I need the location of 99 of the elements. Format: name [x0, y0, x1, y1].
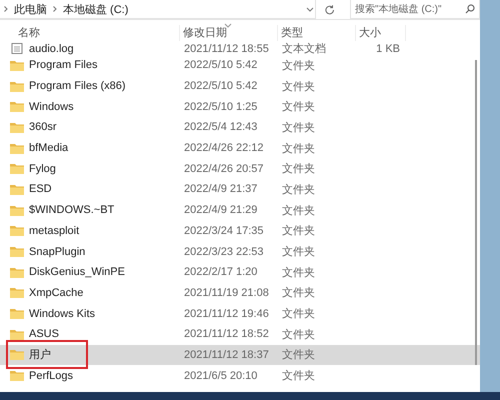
- folder-icon: [10, 80, 24, 92]
- folder-icon: [10, 101, 24, 112]
- file-row[interactable]: Program Files 2022/5/10 5:42 文件夹: [0, 55, 480, 76]
- folder-icon: [10, 60, 24, 71]
- breadcrumb-item[interactable]: 本地磁盘 (C:): [63, 2, 128, 16]
- file-row[interactable]: $WINDOWS.~BT 2022/4/9 21:29 文件夹: [0, 200, 480, 220]
- type-cell-text: 文件夹: [281, 328, 316, 342]
- file-row[interactable]: 用户 2021/11/12 18:37 文件夹: [0, 344, 480, 366]
- type-cell-text: 文件夹: [281, 266, 316, 280]
- file-row[interactable]: 360sr 2022/5/4 12:43 文件夹: [0, 117, 480, 138]
- date-cell-text: 2022/3/23 22:53: [183, 246, 265, 258]
- file-name: Fylog: [29, 162, 56, 175]
- chevron-icon: [4, 6, 8, 12]
- folder-icon: [10, 184, 24, 195]
- folder-icon: [10, 308, 24, 320]
- date-cell-text: 2021/11/19 21:08: [183, 286, 270, 299]
- date-cell-text: 2021/11/12 18:55: [183, 42, 270, 54]
- folder-icon: [10, 328, 24, 340]
- file-name: Windows Kits: [29, 308, 96, 320]
- file-name: bfMedia: [29, 142, 68, 154]
- date-cell-text: 2022/4/26 20:57: [183, 162, 265, 175]
- type-cell-text: 文本文档: [281, 42, 327, 56]
- file-row[interactable]: audio.log 2021/11/12 18:55 文本文档 1 KB: [0, 41, 480, 55]
- folder-icon: [10, 246, 24, 258]
- file-name: PerfLogs: [29, 370, 74, 382]
- date-cell-text: 2022/4/9 21:29: [183, 204, 258, 216]
- date-cell-text: 2021/11/12 19:46: [183, 308, 270, 320]
- folder-icon: [10, 266, 24, 278]
- column-header[interactable]: 大小: [356, 25, 406, 41]
- file-name: Program Files: [29, 59, 98, 72]
- document-icon: [10, 43, 24, 54]
- file-name: DiskGenius_WinPE: [29, 266, 125, 278]
- folder-icon: [10, 204, 24, 216]
- size-cell-text: 1 KB: [375, 42, 401, 54]
- type-cell-text: 文件夹: [281, 120, 316, 135]
- file-row[interactable]: Windows Kits 2021/11/12 19:46 文件夹: [0, 303, 480, 324]
- column-header[interactable]: 修改日期: [180, 25, 278, 41]
- date-cell-text: 2022/5/10 5:42: [183, 59, 258, 72]
- type-cell-text: 文件夹: [281, 348, 316, 362]
- file-row[interactable]: XmpCache 2021/11/19 21:08 文件夹: [0, 282, 480, 304]
- date-cell-text: 2022/5/10 1:25: [183, 100, 258, 113]
- folder-icon: [10, 370, 24, 382]
- file-name: Program Files (x86): [29, 80, 126, 92]
- file-row[interactable]: ESD 2022/4/9 21:37 文件夹: [0, 179, 480, 200]
- file-name: 用户: [29, 348, 51, 362]
- file-row[interactable]: ASUS 2021/11/12 18:52 文件夹: [0, 324, 480, 345]
- file-name: XmpCache: [29, 286, 84, 299]
- sort-icon: [224, 23, 232, 28]
- search-field[interactable]: 搜索"本地磁盘 (C:)": [350, 0, 480, 19]
- type-cell-text: 文件夹: [281, 306, 316, 322]
- column-header[interactable]: 类型: [278, 25, 356, 41]
- breadcrumb-item[interactable]: 此电脑: [14, 2, 47, 16]
- file-name: ESD: [29, 183, 52, 196]
- column-header[interactable]: 名称: [0, 25, 180, 41]
- folder-icon: [10, 122, 24, 133]
- file-name: metasploit: [29, 224, 80, 237]
- date-cell-text: 2022/4/9 21:37: [183, 183, 258, 196]
- date-cell-text: 2022/5/10 5:42: [183, 80, 258, 92]
- file-row[interactable]: metasploit 2022/3/24 17:35 文件夹: [0, 220, 480, 242]
- type-cell-text: 文件夹: [281, 368, 316, 384]
- folder-icon: [10, 142, 24, 154]
- type-cell-text: 文件夹: [281, 204, 316, 218]
- folder-icon: [10, 163, 24, 174]
- file-row[interactable]: PerfLogs 2021/6/5 20:10 文件夹: [0, 365, 480, 386]
- file-row[interactable]: DiskGenius_WinPE 2022/2/17 1:20 文件夹: [0, 262, 480, 283]
- chevron-icon: [53, 6, 57, 12]
- date-cell-text: 2021/11/12 18:37: [183, 348, 270, 361]
- date-cell-text: 2022/4/26 22:12: [183, 142, 265, 154]
- date-cell-text: 2022/3/24 17:35: [183, 224, 265, 237]
- file-name: SnapPlugin: [29, 246, 86, 258]
- folder-icon: [10, 349, 24, 360]
- type-cell-text: 文件夹: [281, 244, 316, 260]
- file-row[interactable]: Windows 2022/5/10 1:25 文件夹: [0, 96, 480, 118]
- file-name: Windows: [29, 100, 74, 113]
- file-name: ASUS: [29, 328, 59, 340]
- file-row[interactable]: Fylog 2022/4/26 20:57 文件夹: [0, 158, 480, 180]
- type-cell-text: 文件夹: [281, 100, 316, 114]
- search-icon: [465, 4, 475, 14]
- refresh-icon[interactable]: [324, 4, 335, 16]
- date-cell-text: 2021/6/5 20:10: [183, 370, 258, 382]
- type-cell-text: 文件夹: [281, 80, 316, 94]
- type-cell-text: 文件夹: [281, 142, 316, 156]
- type-cell-text: 文件夹: [281, 58, 316, 73]
- file-row[interactable]: Program Files (x86) 2022/5/10 5:42 文件夹: [0, 76, 480, 96]
- folder-icon: [10, 287, 24, 298]
- type-cell-text: 文件夹: [281, 182, 316, 197]
- type-cell-text: 文件夹: [281, 286, 316, 300]
- type-cell-text: 文件夹: [281, 162, 316, 176]
- file-row[interactable]: bfMedia 2022/4/26 22:12 文件夹: [0, 138, 480, 158]
- date-cell-text: 2021/11/12 18:52: [183, 328, 270, 340]
- scrollbar[interactable]: [475, 60, 477, 365]
- file-name: $WINDOWS.~BT: [29, 204, 114, 216]
- folder-icon: [10, 225, 24, 236]
- date-cell-text: 2022/5/4 12:43: [183, 121, 258, 134]
- date-cell-text: 2022/2/17 1:20: [183, 266, 258, 278]
- file-name: 360sr: [29, 121, 57, 134]
- type-cell-text: 文件夹: [281, 224, 316, 238]
- file-name: audio.log: [29, 42, 74, 54]
- file-row[interactable]: SnapPlugin 2022/3/23 22:53 文件夹: [0, 241, 480, 262]
